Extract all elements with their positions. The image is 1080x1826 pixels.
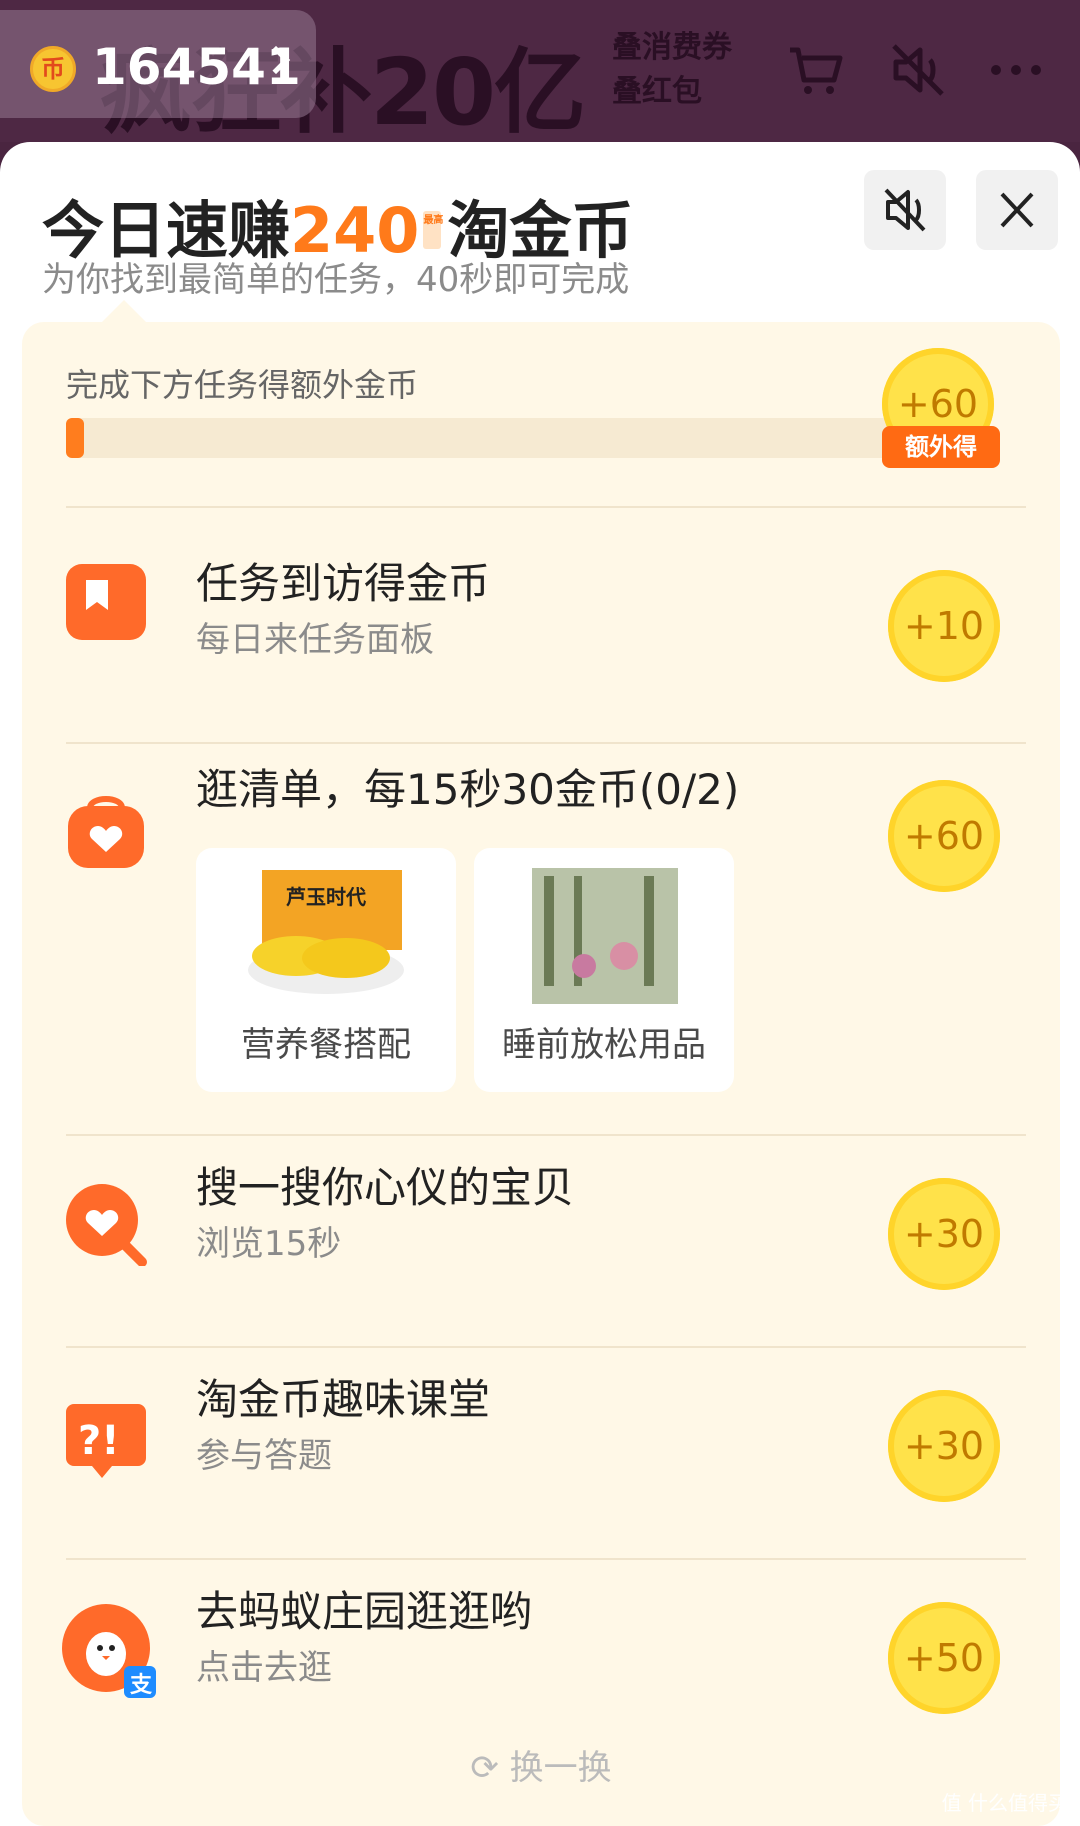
coin-icon: 币 xyxy=(30,46,76,92)
refresh-icon: ⟳ xyxy=(470,1748,510,1788)
extra-reward-label: 完成下方任务得额外金币 xyxy=(66,366,419,404)
sheet-subtitle: 为你找到最简单的任务，40秒即可完成 xyxy=(42,260,630,300)
extra-progress-bar xyxy=(66,418,936,458)
corn-product-image: 芦玉时代 xyxy=(248,870,404,994)
mute-icon xyxy=(884,188,926,232)
task-subtitle: 浏览15秒 xyxy=(196,1224,342,1264)
task-reward: +10 xyxy=(888,570,1000,682)
task-subtitle: 点击去逛 xyxy=(196,1648,332,1688)
divider xyxy=(66,742,1026,744)
product-card[interactable]: 睡前放松用品 xyxy=(474,848,734,1092)
coin-icon: +50 xyxy=(888,1602,1000,1714)
extra-reward-badge: +60 额外得 xyxy=(882,348,1002,468)
top-banner-bar: 疯狂补20亿 叠消费券 叠红包 币 164541 xyxy=(0,0,1080,146)
progress-fill xyxy=(66,418,84,458)
product-label: 睡前放松用品 xyxy=(502,1025,706,1065)
task-reward: +60 xyxy=(888,780,1000,892)
task-title: 淘金币趣味课堂 xyxy=(196,1375,491,1424)
task-title: 任务到访得金币 xyxy=(196,559,491,608)
quiz-icon: ?! xyxy=(66,1404,146,1478)
coin-icon: +10 xyxy=(888,570,1000,682)
divider xyxy=(66,1134,1026,1136)
shopping-bag-heart-icon xyxy=(68,796,144,868)
refresh-button[interactable]: ⟳ 换一换 xyxy=(22,1740,1060,1789)
cart-icon[interactable] xyxy=(784,38,848,102)
banner-side-text: 叠消费券 叠红包 xyxy=(612,26,732,114)
task-reward: +30 xyxy=(888,1178,1000,1290)
mute-icon[interactable] xyxy=(886,38,950,102)
more-icon[interactable] xyxy=(984,38,1048,102)
close-button[interactable] xyxy=(976,170,1058,250)
task-sheet: 今日速赚240 最高淘金币 为你找到最简单的任务，40秒即可完成 完成下方任务得额… xyxy=(0,142,1080,1826)
product-cards: 芦玉时代 营养餐搭配 睡前放松用品 xyxy=(196,848,756,1092)
close-icon xyxy=(1000,192,1034,228)
storybook-product-image xyxy=(532,868,678,1004)
divider xyxy=(66,1558,1026,1560)
product-card[interactable]: 芦玉时代 营养餐搭配 xyxy=(196,848,456,1092)
search-heart-icon xyxy=(66,1184,147,1266)
task-panel: 完成下方任务得额外金币 +60 额外得 任务到访得金币 每日来任务面板 +10 xyxy=(22,300,1060,1826)
watermark: 值 什么值得买 xyxy=(941,1791,1068,1815)
refresh-label: 换一换 xyxy=(509,1748,612,1788)
coin-icon: +30 xyxy=(888,1390,1000,1502)
product-label: 营养餐搭配 xyxy=(241,1025,411,1065)
bookmark-icon xyxy=(66,564,146,640)
svg-text:?!: ?! xyxy=(78,1418,119,1464)
banner-side-line-2: 叠红包 xyxy=(612,74,702,109)
product-image-text: 芦玉时代 xyxy=(286,885,366,909)
task-title: 搜一搜你心仪的宝贝 xyxy=(196,1163,575,1212)
banner-side-line-1: 叠消费券 xyxy=(612,30,732,65)
sheet-mute-button[interactable] xyxy=(864,170,946,250)
task-subtitle: 参与答题 xyxy=(196,1436,332,1476)
task-reward: +50 xyxy=(888,1602,1000,1714)
coin-icon: +60 xyxy=(888,780,1000,892)
task-title: 逛清单，每15秒30金币(0/2) xyxy=(196,765,740,814)
task-title: 去蚂蚁庄园逛逛哟 xyxy=(196,1587,533,1636)
alipay-badge: 支 xyxy=(130,1673,153,1698)
ant-farm-chick-icon: 支 xyxy=(62,1604,156,1698)
coin-icon: +30 xyxy=(888,1178,1000,1290)
title-max-tag: 最高 xyxy=(423,210,443,249)
task-subtitle: 每日来任务面板 xyxy=(196,620,434,660)
task-reward: +30 xyxy=(888,1390,1000,1502)
divider xyxy=(66,506,1026,508)
divider xyxy=(66,1346,1026,1348)
coin-balance-pill[interactable]: 币 164541 xyxy=(0,10,316,118)
extra-reward-tag: 额外得 xyxy=(882,426,1000,468)
